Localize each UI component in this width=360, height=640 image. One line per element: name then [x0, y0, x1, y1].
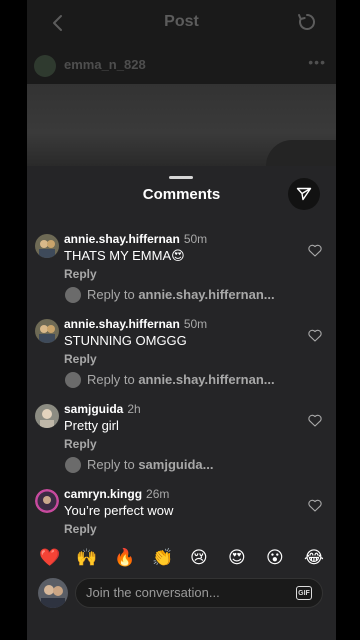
reply-to-row[interactable]: Reply to samjguida... — [65, 457, 325, 473]
comment-text: STUNNING OMGGG — [64, 333, 187, 348]
comment-composer: Join the conversation... GIF — [27, 576, 336, 616]
reply-to-row[interactable]: Reply to annie.shay.hiffernan... — [65, 287, 325, 303]
commenter-avatar[interactable] — [35, 319, 59, 343]
share-button[interactable] — [288, 178, 320, 210]
comment-item: samjguida 2h Pretty girl Reply Reply to s… — [27, 402, 336, 486]
comment-item: annie.shay.hiffernan 50m THATS MY EMMA😍 R… — [27, 232, 336, 316]
commenter-avatar[interactable] — [35, 489, 59, 513]
comments-sheet: Comments annie.shay.hiffernan 50m THATS M… — [27, 166, 336, 640]
comment-time: 50m — [183, 232, 208, 246]
comment-text: Pretty girl — [64, 418, 119, 433]
sheet-drag-handle[interactable] — [169, 176, 193, 179]
emoji-raised-hands[interactable]: 🙌 — [76, 546, 97, 570]
comment-author[interactable]: camryn.kingg 26m — [64, 487, 169, 501]
post-author-bar: emma_n_828 ••• — [27, 46, 336, 84]
reply-button[interactable]: Reply — [64, 267, 97, 281]
reply-button[interactable]: Reply — [64, 437, 97, 451]
my-avatar-mini — [65, 372, 81, 388]
emoji-laugh[interactable]: 😂 — [304, 546, 324, 570]
comment-author[interactable]: annie.shay.hiffernan 50m — [64, 232, 207, 246]
heart-outline-icon[interactable] — [308, 499, 322, 512]
comment-author[interactable]: samjguida 2h — [64, 402, 141, 416]
post-author-username[interactable]: emma_n_828 — [64, 57, 146, 72]
reply-to-row[interactable]: Reply to annie.shay.hiffernan... — [65, 372, 325, 388]
emoji-clap[interactable]: 👏 — [152, 546, 173, 570]
comment-input[interactable]: Join the conversation... GIF — [75, 578, 323, 608]
comment-item: annie.shay.hiffernan 50m STUNNING OMGGG R… — [27, 317, 336, 401]
comment-input-placeholder: Join the conversation... — [86, 585, 220, 600]
reply-to-user: annie.shay.hiffernan... — [138, 287, 275, 302]
heart-outline-icon[interactable] — [308, 414, 322, 427]
refresh-icon[interactable] — [296, 11, 318, 33]
page-title: Post — [164, 13, 199, 30]
comment-text: You’re perfect wow — [64, 503, 174, 518]
commenter-avatar[interactable] — [35, 234, 59, 258]
my-avatar-mini — [65, 287, 81, 303]
emoji-cry[interactable]: 😢 — [190, 546, 208, 570]
heart-outline-icon[interactable] — [308, 244, 322, 257]
quick-emoji-bar: ❤️ 🙌 🔥 👏 😢 😍 😮 😂 — [27, 546, 336, 570]
post-author-avatar[interactable] — [34, 55, 56, 77]
reply-button[interactable]: Reply — [64, 352, 97, 366]
comment-time: 2h — [127, 402, 141, 416]
comment-time: 50m — [183, 317, 208, 331]
emoji-open-mouth[interactable]: 😮 — [266, 546, 284, 570]
emoji-heart[interactable]: ❤️ — [39, 546, 60, 570]
comment-time: 26m — [146, 487, 170, 501]
my-avatar-mini — [65, 457, 81, 473]
commenter-avatar[interactable] — [35, 404, 59, 428]
gif-button[interactable]: GIF — [296, 586, 312, 600]
reply-to-label: Reply to — [87, 372, 135, 387]
phone-screen: Post emma_n_828 ••• Comments annie.shay.… — [27, 0, 336, 640]
emoji-fire[interactable]: 🔥 — [114, 546, 135, 570]
heart-outline-icon[interactable] — [308, 329, 322, 342]
reply-to-user: annie.shay.hiffernan... — [138, 372, 275, 387]
emoji-heart-eyes[interactable]: 😍 — [228, 546, 246, 570]
reply-to-user: samjguida... — [138, 457, 214, 472]
reply-button[interactable]: Reply — [64, 522, 97, 536]
reply-to-label: Reply to — [87, 287, 135, 302]
my-avatar — [38, 578, 68, 608]
comment-author[interactable]: annie.shay.hiffernan 50m — [64, 317, 207, 331]
post-photo — [27, 84, 336, 166]
comment-text: THATS MY EMMA😍 — [64, 248, 185, 263]
send-icon — [296, 187, 312, 201]
top-header: Post — [27, 0, 336, 46]
more-horizontal-icon[interactable]: ••• — [308, 54, 326, 70]
reply-to-label: Reply to — [87, 457, 135, 472]
photo-silhouette — [266, 140, 336, 166]
